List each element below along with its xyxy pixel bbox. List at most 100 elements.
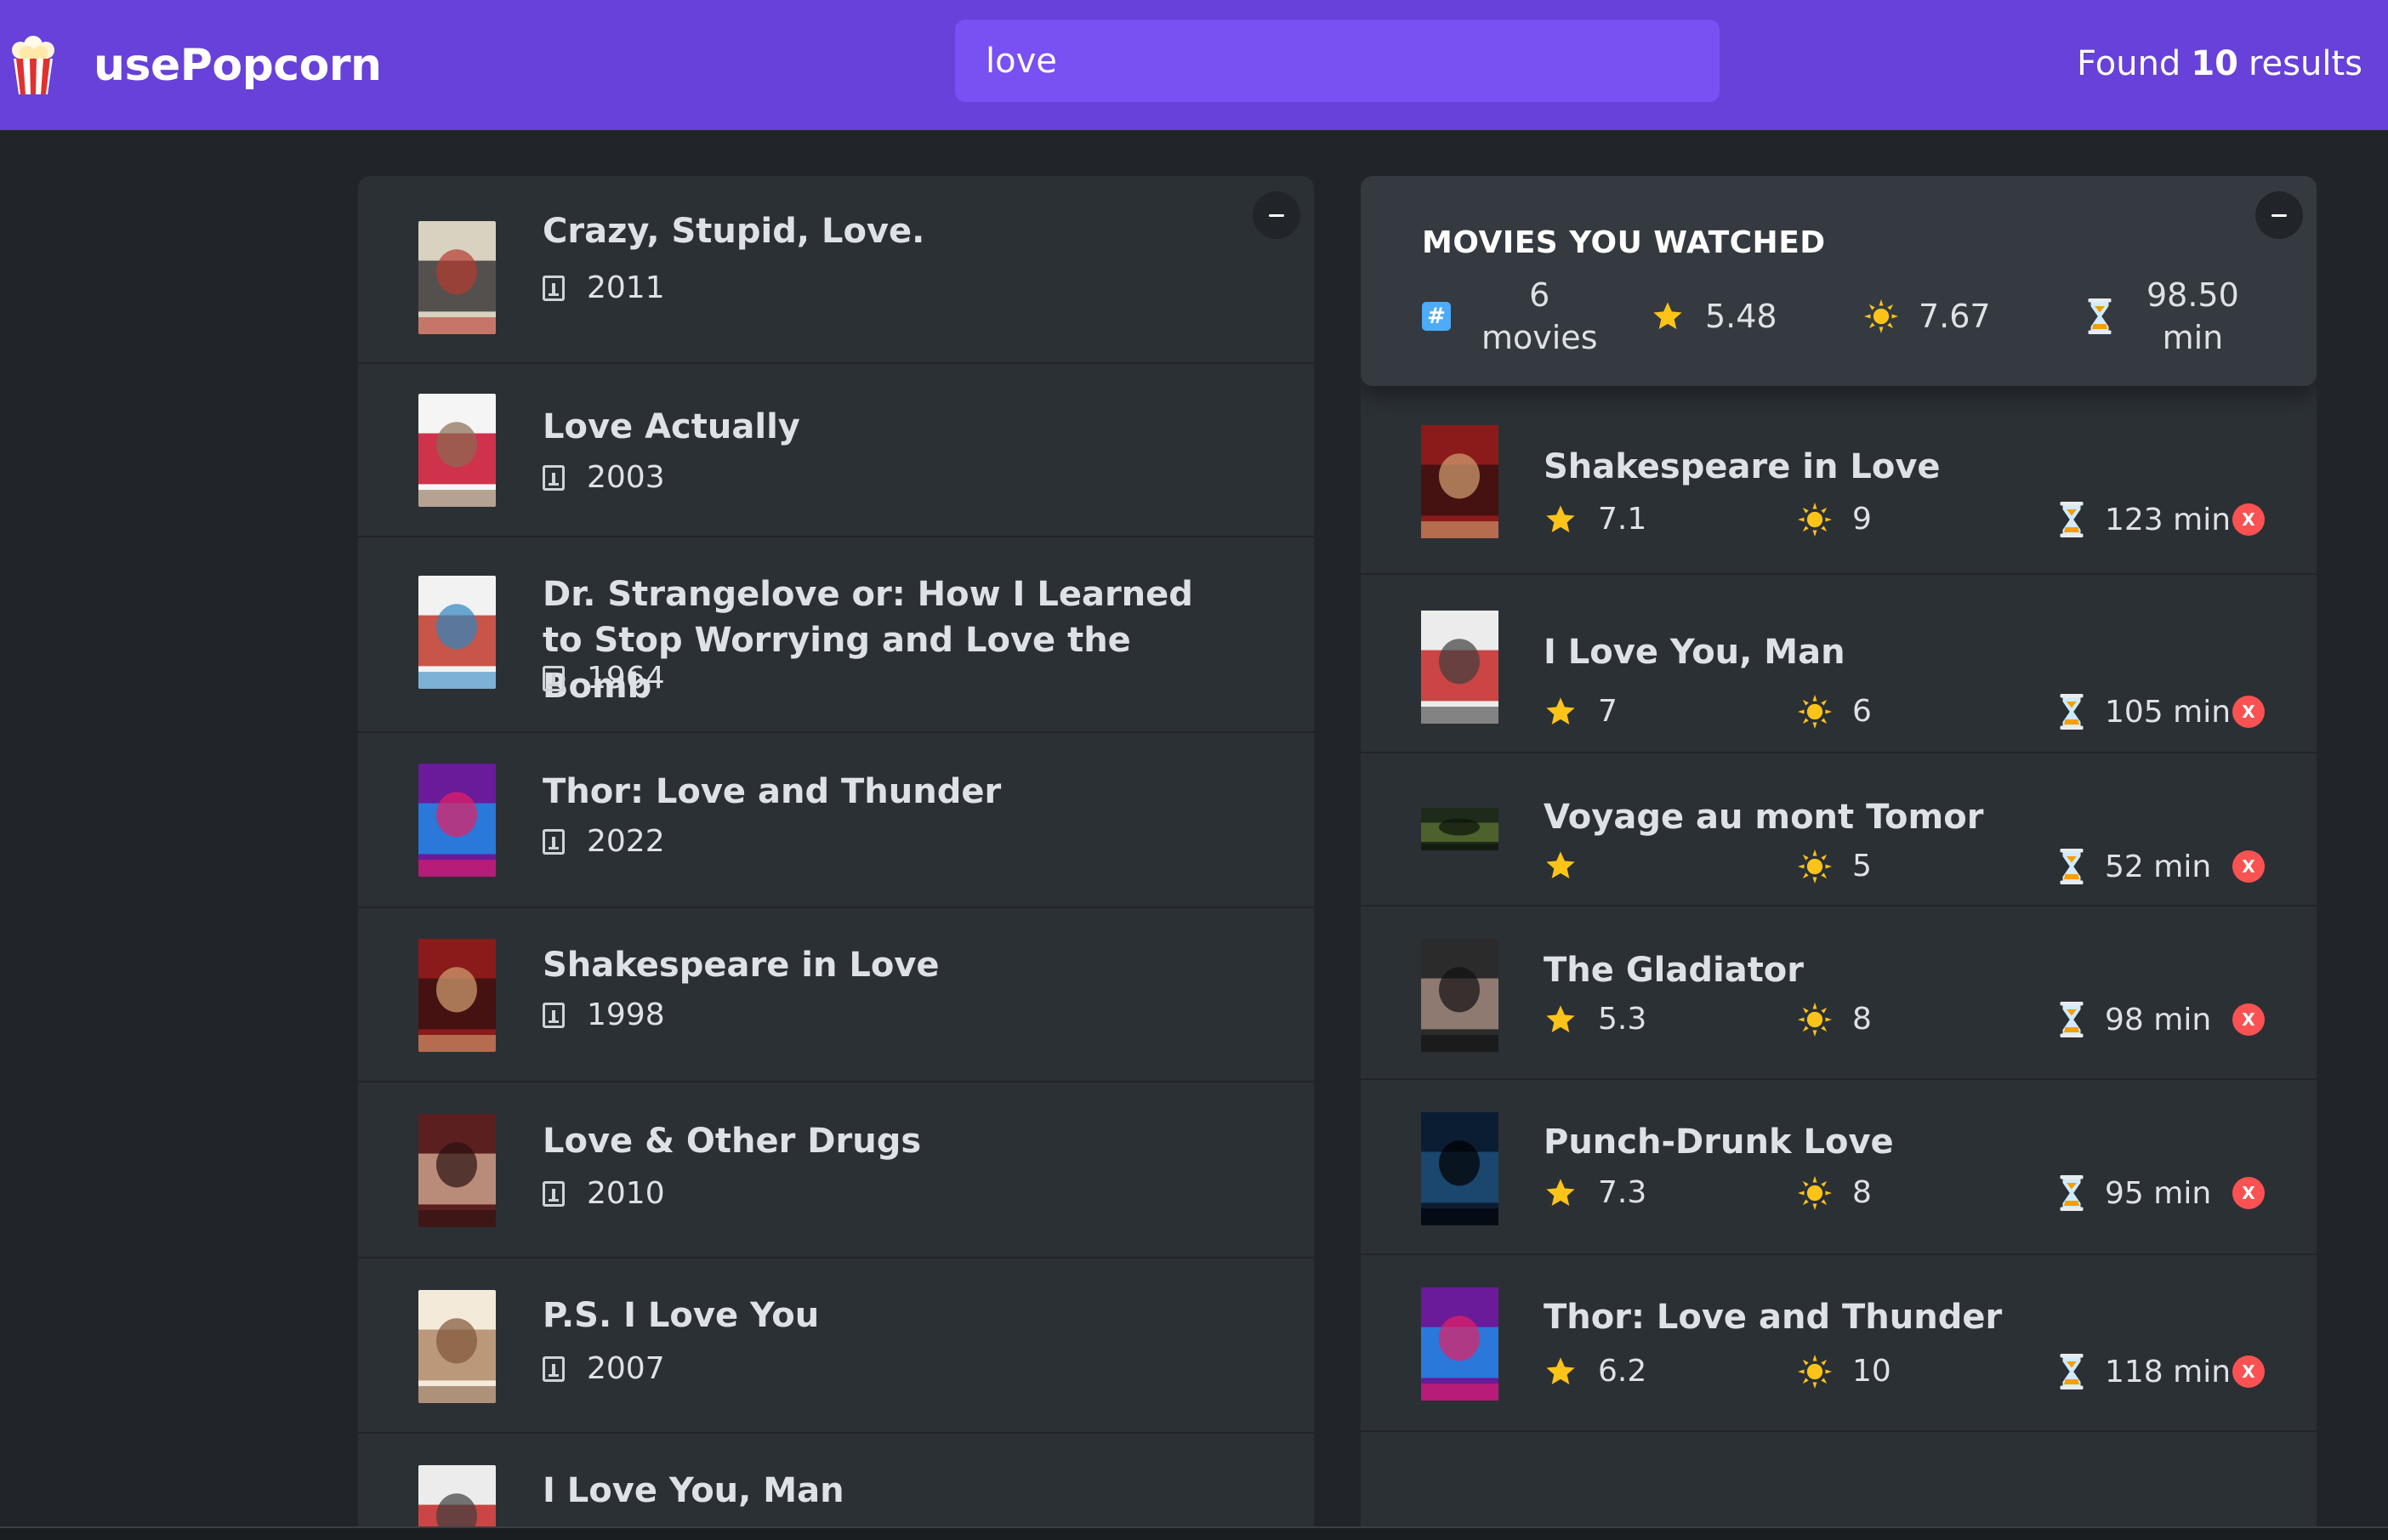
summary-count-unit: movies [1481,319,1598,356]
result-row[interactable]: Love & Other Drugs 2010 [358,1083,1314,1259]
watched-user-value: 8 [1852,1175,1872,1210]
result-year: 1998 [543,997,665,1032]
movie-poster [1421,808,1498,850]
movie-poster [418,1290,496,1403]
watched-title: Punch-Drunk Love [1544,1122,1894,1162]
popcorn-icon [12,35,54,94]
result-row[interactable]: I Love You, Man [358,1434,1314,1540]
result-year: 2022 [543,824,665,859]
search-results-box: Crazy, Stupid, Love. 2011 Love Actually … [358,176,1314,1540]
result-title: Crazy, Stupid, Love. [543,212,925,251]
result-row[interactable]: P.S. I Love You 2007 [358,1259,1314,1434]
watched-row: The Gladiator 5.3 8 98 min X [1361,906,2317,1080]
sun-rating-icon [1798,849,1832,884]
delete-watched-button[interactable]: X [2232,696,2265,728]
watched-title: Voyage au mont Tomor [1544,798,1984,837]
result-title: Shakespeare in Love [543,946,940,985]
watched-title: The Gladiator [1544,951,1805,990]
result-year: 2010 [543,1176,665,1211]
watched-imdb [1544,849,1598,883]
results-suffix: results [2248,44,2362,83]
watched-imdb: 7 [1544,694,1618,729]
watched-runtime: 98 min [2059,1002,2211,1037]
calendar-icon [543,828,565,855]
watched-runtime: 95 min [2059,1175,2211,1211]
movie-poster [1421,611,1498,724]
hourglass-icon [2060,502,2084,537]
result-row[interactable]: Thor: Love and Thunder 2022 [358,733,1314,908]
watched-imdb-value: 5.3 [1598,1002,1647,1037]
navbar: usePopcorn Found 10 results [0,0,2388,130]
summary-runtime: 98.50 min [2087,270,2239,363]
hourglass-icon [2060,849,2084,884]
watched-box: MOVIES YOU WATCHED # 6 movies 5.48 7.67 [1361,176,2317,1540]
watched-title: Thor: Love and Thunder [1544,1298,2003,1337]
result-year-value: 2022 [587,824,665,859]
result-row[interactable]: Dr. Strangelove or: How I Learned to Sto… [358,537,1314,733]
watched-runtime-value: 123 min [2105,502,2232,537]
watched-user: 8 [1798,1002,1872,1037]
summary-user: 7.67 [1864,270,1991,363]
movie-poster [1421,939,1498,1052]
result-year: 1964 [543,661,665,696]
results-list: Crazy, Stupid, Love. 2011 Love Actually … [358,176,1314,1540]
watched-user: 8 [1798,1175,1872,1210]
movie-poster [418,576,496,689]
delete-watched-button[interactable]: X [2232,503,2265,536]
watched-user: 10 [1798,1354,1891,1389]
watched-runtime-value: 98 min [2105,1002,2212,1037]
results-count: Found 10 results [2077,0,2362,128]
calendar-icon [543,1180,565,1207]
movie-poster [418,394,496,507]
watched-user-value: 10 [1852,1354,1891,1389]
hash-icon: # [1422,302,1451,331]
result-row[interactable]: Shakespeare in Love 1998 [358,908,1314,1083]
summary-heading: MOVIES YOU WATCHED [1422,225,1826,260]
calendar-icon [543,665,565,691]
calendar-icon [543,1355,565,1382]
collapse-watched-button[interactable] [2255,191,2303,239]
delete-watched-button[interactable]: X [2232,1177,2265,1209]
star-icon [1546,504,1575,532]
watched-row: I Love You, Man 7 6 105 min X [1361,575,2317,753]
result-year-value: 1998 [587,997,665,1032]
watched-user-value: 5 [1852,849,1872,884]
sun-rating-icon [1864,299,1898,333]
watched-imdb-value: 7.3 [1598,1175,1647,1210]
watched-runtime-value: 105 min [2105,694,2232,730]
result-row[interactable]: Crazy, Stupid, Love. 2011 [358,176,1314,364]
delete-watched-button[interactable]: X [2232,1355,2265,1388]
result-title: Love Actually [543,407,800,446]
watched-title: Shakespeare in Love [1544,447,1941,486]
watched-runtime: 123 min [2059,502,2231,537]
collapse-results-button[interactable] [1253,191,1300,239]
movie-poster [418,1114,496,1227]
horizontal-scrollbar[interactable] [0,1526,2388,1540]
watched-row: Thor: Love and Thunder 6.2 10 118 min X [1361,1255,2317,1432]
result-year: 2011 [543,270,665,305]
sun-rating-icon [1798,1354,1832,1389]
result-year-value: 2003 [587,460,665,495]
movie-poster [1421,1112,1498,1225]
sun-rating-icon [1798,694,1832,729]
summary-count-value: 6 [1529,276,1550,314]
delete-watched-button[interactable]: X [2232,1003,2265,1036]
watched-imdb: 6.2 [1544,1354,1646,1389]
hourglass-icon [2088,298,2112,334]
delete-watched-button[interactable]: X [2232,850,2265,883]
result-row[interactable]: Love Actually 2003 [358,364,1314,537]
watched-user-value: 6 [1852,694,1872,729]
movie-poster [1421,425,1498,538]
star-icon [1546,1178,1575,1206]
watched-list: Shakespeare in Love 7.1 9 123 min X I Lo… [1361,386,2317,1432]
watched-imdb: 7.1 [1544,502,1646,537]
movie-poster [1421,1287,1498,1401]
watched-user: 5 [1798,849,1872,884]
hourglass-icon [2060,1175,2084,1211]
results-prefix: Found [2077,44,2181,83]
search-input[interactable] [955,20,1720,102]
hourglass-icon [2060,1002,2084,1037]
result-year: 2007 [543,1351,665,1386]
watched-imdb: 7.3 [1544,1175,1646,1210]
movie-poster [418,939,496,1052]
